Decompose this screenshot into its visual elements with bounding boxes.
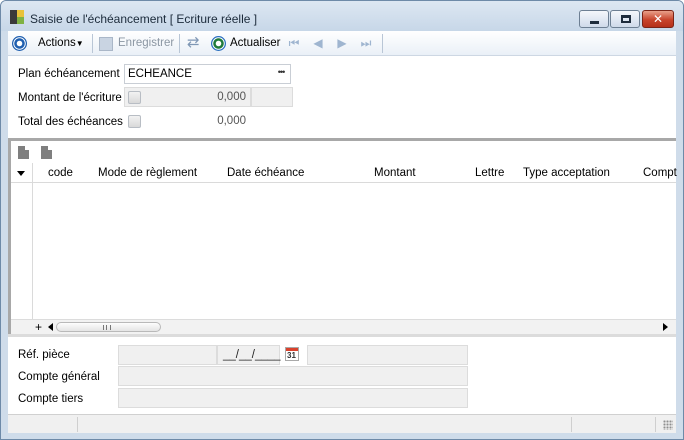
next-record-icon[interactable]: ▶ <box>335 36 349 50</box>
grid-scrollbar[interactable]: + <box>11 319 676 334</box>
date-piece-field[interactable]: __/__/____ <box>217 345 281 365</box>
calendar-icon[interactable]: 31 <box>285 347 299 361</box>
status-bar <box>8 414 676 433</box>
close-icon: ✕ <box>652 12 664 26</box>
first-record-icon[interactable]: ⏮ <box>287 36 301 50</box>
compte-general-field[interactable] <box>118 366 468 386</box>
actions-label: Actions <box>38 37 76 49</box>
status-pane <box>8 417 78 432</box>
column-header-date-echeance[interactable]: Date échéance <box>227 167 304 179</box>
expand-icon[interactable]: + <box>35 320 42 334</box>
row-selector-column <box>11 183 33 319</box>
app-icon <box>10 10 24 24</box>
save-icon <box>99 37 113 51</box>
minimize-icon <box>590 21 599 24</box>
status-pane <box>572 417 656 432</box>
plan-echeancement-label: Plan échéancement <box>18 68 120 80</box>
scroll-thumb[interactable] <box>56 322 161 332</box>
column-header-compte[interactable]: Compt <box>643 167 677 179</box>
maximize-button[interactable] <box>610 10 640 28</box>
grip-icon <box>103 325 111 330</box>
calendar-day: 31 <box>287 351 296 360</box>
toolbar-separator <box>382 34 383 53</box>
column-header-code[interactable]: code <box>48 167 73 179</box>
montant-checkbox[interactable] <box>128 91 141 104</box>
last-record-icon[interactable]: ⏭ <box>359 36 373 50</box>
previous-record-icon[interactable]: ◀ <box>311 36 325 50</box>
dropdown-arrow-icon: ▼ <box>75 39 84 48</box>
refresh-icon <box>211 36 226 51</box>
toolbar-separator <box>179 34 180 53</box>
compte-tiers-field[interactable] <box>118 388 468 408</box>
ref-piece-extra-field[interactable] <box>307 345 468 365</box>
enregistrer-button[interactable]: Enregistrer <box>118 35 174 52</box>
ref-piece-field[interactable] <box>118 345 217 365</box>
compte-tiers-label: Compte tiers <box>18 393 84 405</box>
window-title: Saisie de l'échéancement [ Ecriture réel… <box>30 12 258 26</box>
column-header-type-acceptation[interactable]: Type acceptation <box>523 167 610 179</box>
echeances-grid[interactable]: code Mode de règlement Date échéance Mon… <box>8 141 677 334</box>
column-header-lettre[interactable]: Lettre <box>475 167 504 179</box>
scroll-left-icon[interactable] <box>48 323 53 331</box>
montant-ecriture-value: 0,000 <box>217 91 246 103</box>
maximize-icon <box>621 15 631 23</box>
minimize-button[interactable] <box>579 10 609 28</box>
column-header-montant[interactable]: Montant <box>374 167 416 179</box>
column-chooser-icon[interactable] <box>11 163 33 183</box>
status-pane <box>78 417 572 432</box>
section-divider <box>8 334 676 337</box>
total-echeances-label: Total des échéances <box>18 116 123 128</box>
plan-echeancement-value: ECHEANCE <box>128 68 192 80</box>
compte-general-label: Compte général <box>18 371 100 383</box>
close-button[interactable]: ✕ <box>642 10 674 28</box>
column-header-mode-reglement[interactable]: Mode de règlement <box>98 167 197 179</box>
add-row-icon[interactable] <box>18 146 29 159</box>
client-area: Actions▼ Enregistrer ⇄ Actualiser ⏮ ◀ ▶ … <box>8 31 677 433</box>
montant-extra-field <box>251 87 293 107</box>
ref-piece-label: Réf. pièce <box>18 349 70 361</box>
toolbar: Actions▼ Enregistrer ⇄ Actualiser ⏮ ◀ ▶ … <box>8 31 676 56</box>
toolbar-separator <box>92 34 93 53</box>
total-checkbox[interactable] <box>128 115 141 128</box>
title-bar[interactable]: Saisie de l'échéancement [ Ecriture réel… <box>1 1 683 31</box>
resize-grip-icon[interactable] <box>663 420 673 430</box>
ellipsis-icon[interactable]: ••• <box>274 68 288 80</box>
grid-header: code Mode de règlement Date échéance Mon… <box>11 163 677 183</box>
actions-menu[interactable]: Actions▼ <box>38 35 84 52</box>
delete-row-icon[interactable] <box>41 146 52 159</box>
plan-echeancement-field[interactable]: ECHEANCE ••• <box>124 64 291 84</box>
total-echeances-field: 0,000 <box>124 111 251 131</box>
total-echeances-value: 0,000 <box>217 115 246 127</box>
date-piece-value: __/__/____ <box>223 349 281 361</box>
sync-icon: ⇄ <box>187 34 200 51</box>
scroll-right-icon[interactable] <box>663 323 668 331</box>
montant-ecriture-label: Montant de l'écriture <box>18 92 122 104</box>
window: Saisie de l'échéancement [ Ecriture réel… <box>0 0 684 440</box>
montant-ecriture-field: 0,000 <box>124 87 251 107</box>
actions-icon <box>12 36 27 51</box>
actualiser-button[interactable]: Actualiser <box>230 35 281 52</box>
